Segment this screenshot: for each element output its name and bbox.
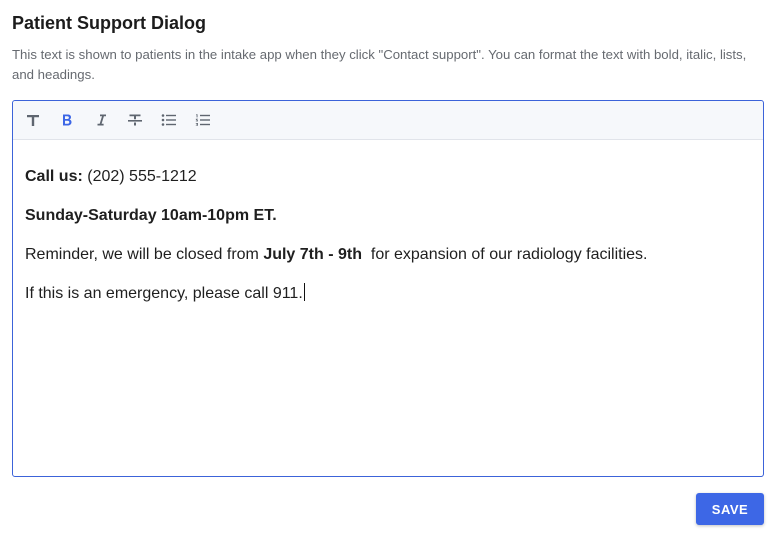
- editor-line-reminder: Reminder, we will be closed from July 7t…: [25, 244, 751, 266]
- rich-text-editor: Call us: (202) 555-1212 Sunday-Saturday …: [12, 100, 764, 477]
- italic-icon: [97, 114, 106, 126]
- text-icon: [27, 115, 39, 126]
- save-button[interactable]: SAVE: [696, 493, 764, 525]
- page-description: This text is shown to patients in the in…: [12, 47, 747, 82]
- editor-line-emergency: If this is an emergency, please call 911…: [25, 283, 751, 305]
- bold-icon: [63, 114, 72, 126]
- text-style-button[interactable]: [23, 110, 43, 130]
- editor-content[interactable]: Call us: (202) 555-1212 Sunday-Saturday …: [13, 140, 763, 305]
- page-title: Patient Support Dialog: [12, 13, 207, 33]
- strikethrough-button[interactable]: [125, 110, 145, 130]
- reminder-suffix: for expansion of our radiology facilitie…: [362, 246, 648, 263]
- text-cursor: [303, 283, 306, 301]
- emergency-text: If this is an emergency, please call 911…: [25, 285, 303, 302]
- bold-button[interactable]: [57, 110, 77, 130]
- editor-line-hours: Sunday-Saturday 10am-10pm ET.: [25, 205, 751, 227]
- bullet-list-button[interactable]: [159, 110, 179, 130]
- hours-text: Sunday-Saturday 10am-10pm ET.: [25, 207, 277, 224]
- closure-dates: July 7th - 9th: [263, 246, 362, 263]
- reminder-prefix: Reminder, we will be closed from: [25, 246, 264, 263]
- phone-label: Call us:: [25, 168, 83, 185]
- editor-line-phone: Call us: (202) 555-1212: [25, 166, 751, 188]
- phone-number: (202) 555-1212: [82, 168, 197, 185]
- strikethrough-icon: [128, 114, 142, 126]
- numbered-list-icon: [195, 114, 210, 126]
- italic-button[interactable]: [91, 110, 111, 130]
- numbered-list-button[interactable]: [193, 110, 213, 130]
- bullet-list-icon: [161, 114, 176, 126]
- editor-toolbar: [13, 101, 763, 140]
- support-dialog-settings: Patient Support Dialog This text is show…: [0, 0, 774, 544]
